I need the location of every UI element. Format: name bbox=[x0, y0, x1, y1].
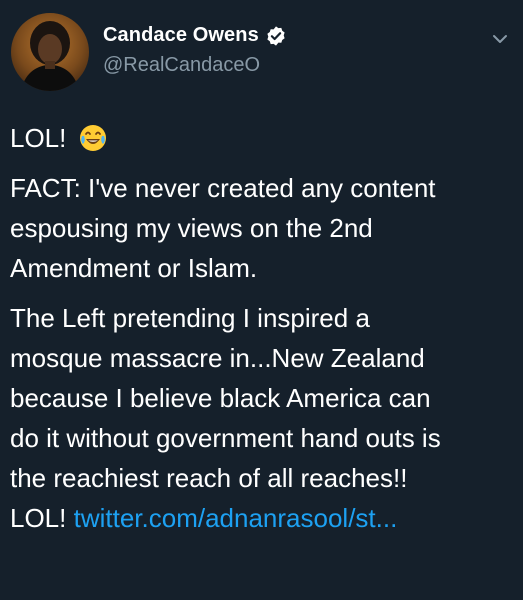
tweet-text-lol-end: LOL! bbox=[10, 503, 67, 533]
author-row: Candace Owens bbox=[103, 24, 287, 47]
tweet-link[interactable]: twitter.com/adnanrasool/st... bbox=[74, 503, 398, 533]
face-with-tears-of-joy-emoji bbox=[78, 123, 108, 153]
tweet-paragraph-left: The Left pretending I inspired a mosque … bbox=[10, 303, 441, 493]
user-handle[interactable]: @RealCandaceO bbox=[103, 54, 260, 77]
tweet-last-line: LOL! twitter.com/adnanrasool/st... bbox=[10, 498, 515, 538]
chevron-down-icon[interactable] bbox=[489, 28, 511, 50]
tweet-card: Candace Owens @RealCandaceO LOL! FACT: I… bbox=[0, 0, 523, 600]
tweet-first-line: LOL! bbox=[10, 118, 515, 158]
tweet-text-lol: LOL! bbox=[10, 123, 67, 153]
avatar[interactable] bbox=[11, 13, 89, 91]
tweet-paragraph-fact: FACT: I've never created any content esp… bbox=[10, 173, 436, 283]
tweet-body: LOL! FACT: I've never created any conten… bbox=[10, 118, 515, 538]
verified-badge-icon bbox=[265, 25, 287, 47]
display-name[interactable]: Candace Owens bbox=[103, 24, 259, 47]
